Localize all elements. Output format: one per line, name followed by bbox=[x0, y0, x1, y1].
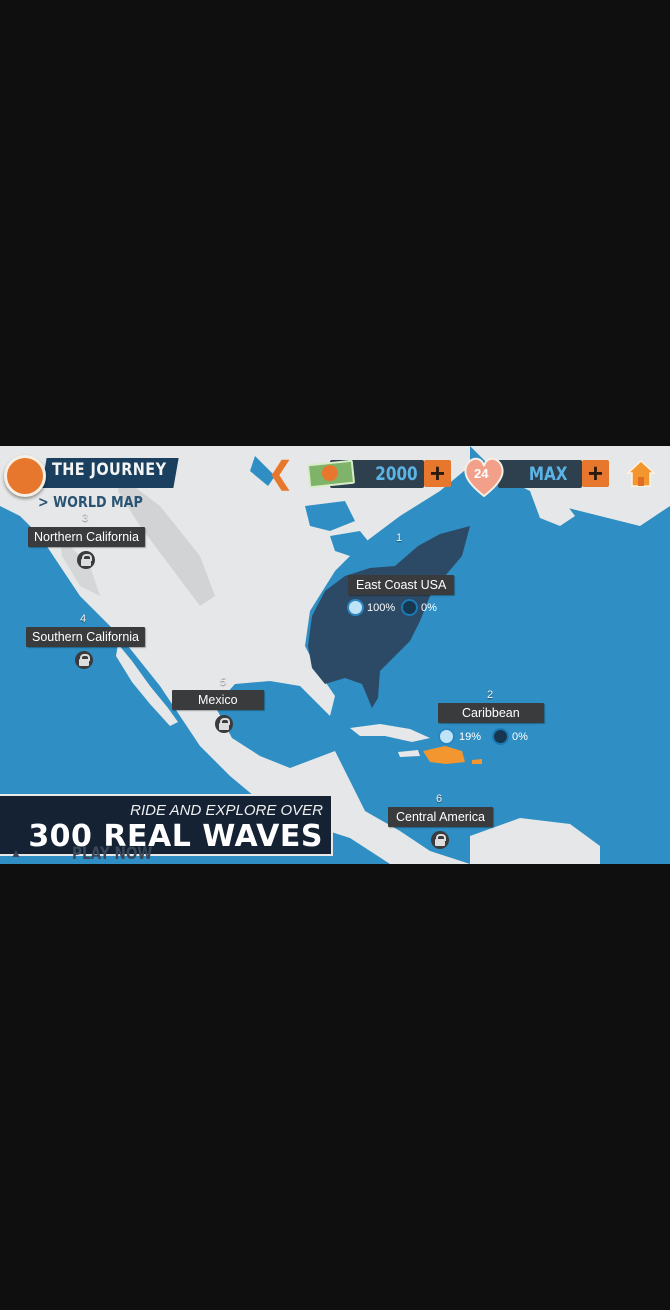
energy-value: MAX bbox=[528, 463, 568, 485]
location-caribbean[interactable]: Caribbean bbox=[438, 703, 544, 723]
lock-icon bbox=[75, 651, 93, 669]
page-title: THE JOURNEY bbox=[52, 460, 167, 480]
wave-icon bbox=[347, 599, 364, 616]
promo-banner: RIDE AND EXPLORE OVER 300 REAL WAVES bbox=[0, 794, 333, 856]
journey-badge: THE JOURNEY bbox=[0, 446, 190, 498]
lives-count: 24 bbox=[474, 466, 489, 481]
back-arrow-icon[interactable]: ❮ bbox=[268, 459, 293, 489]
cash-icon bbox=[306, 459, 356, 489]
location-number: 5 bbox=[220, 676, 227, 688]
add-energy-button[interactable]: + bbox=[582, 460, 609, 487]
progress-percent: 19% bbox=[459, 731, 482, 743]
location-east-coast-usa[interactable]: East Coast USA bbox=[348, 575, 455, 595]
location-northern-california[interactable]: Northern California bbox=[28, 527, 145, 547]
page-subtitle: > WORLD MAP bbox=[38, 493, 143, 511]
location-number: 4 bbox=[80, 613, 87, 625]
play-now-button[interactable]: PLAY NOW bbox=[72, 844, 152, 864]
location-mexico[interactable]: Mexico bbox=[172, 690, 264, 710]
add-cash-button[interactable]: + bbox=[424, 460, 451, 487]
progress-percent: 0% bbox=[512, 731, 528, 743]
home-icon[interactable] bbox=[626, 458, 656, 488]
promo-tagline: RIDE AND EXPLORE OVER bbox=[130, 802, 323, 819]
lock-icon bbox=[431, 831, 449, 849]
progress-percent: 100% bbox=[367, 602, 396, 614]
wave-icon bbox=[438, 728, 455, 745]
lock-icon bbox=[215, 715, 233, 733]
location-number: 2 bbox=[487, 689, 494, 701]
play-arrow-icon: ▲ bbox=[10, 846, 22, 860]
lock-icon bbox=[77, 551, 95, 569]
location-number: 6 bbox=[436, 793, 443, 805]
game-screen: THE JOURNEY > WORLD MAP ❮ 2000 + 24 MAX … bbox=[0, 446, 670, 864]
location-number: 3 bbox=[82, 512, 89, 524]
wave-icon bbox=[492, 728, 509, 745]
progress-percent: 0% bbox=[421, 602, 437, 614]
location-southern-california[interactable]: Southern California bbox=[26, 627, 146, 647]
location-central-america[interactable]: Central America bbox=[388, 807, 493, 827]
cash-value: 2000 bbox=[375, 463, 418, 485]
globe-icon bbox=[4, 455, 46, 497]
wave-icon bbox=[401, 599, 418, 616]
location-number: 1 bbox=[396, 532, 403, 544]
